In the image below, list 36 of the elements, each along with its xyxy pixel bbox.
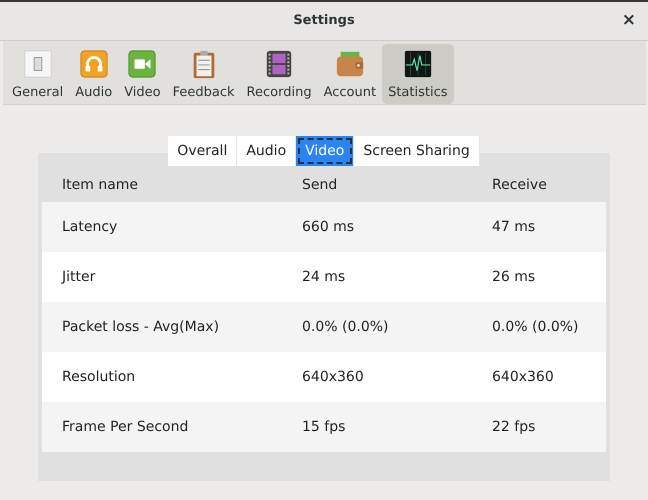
tab[interactable]: Overall [168,136,238,166]
table-cell-text: 24 ms [302,269,346,285]
toolbar-button[interactable]: Feedback [166,44,241,104]
table-cell-text: Jitter [62,269,96,285]
table-cell-text: 640x360 [492,369,555,385]
toolbar-button[interactable]: Recording [240,44,318,104]
table-cell-text: Latency [62,219,118,235]
toolbar-button[interactable]: Account [318,44,382,104]
table-cell-text: 660 ms [302,219,356,235]
tab[interactable]: Audio [237,136,296,166]
table-cell-text: Frame Per Second [62,419,190,435]
window-title: Settings [293,12,355,28]
table-cell-text: 0.0% (0.0%) [492,319,580,335]
table-cell-text: 15 fps [302,419,346,435]
switch-icon [22,49,53,79]
column-header: Item name [62,177,140,193]
close-button[interactable]: × [620,11,638,29]
wallet-icon [334,49,365,79]
toolbar-button[interactable]: Video [118,44,167,104]
tab[interactable]: Screen Sharing [354,136,480,166]
toolbar-button[interactable]: Statistics [382,44,454,104]
heartbeat-icon [402,49,433,79]
column-header: Receive [492,177,548,193]
table-cell-text: 640x360 [302,369,365,385]
toolbar-button[interactable]: General [6,44,70,104]
column-header: Send [302,177,338,193]
table-cell-text: 47 ms [492,219,536,235]
table-cell-text: Packet loss - Avg(Max) [62,319,220,335]
table-cell-text: Resolution [62,369,136,385]
video-camera-icon [127,49,158,79]
table-cell-text: 26 ms [492,269,536,285]
table-cell-text: 22 fps [492,419,536,435]
headphones-icon [78,49,109,79]
table-cell-text: 0.0% (0.0%) [302,319,390,335]
tab[interactable]: Video [296,136,354,166]
toolbar-button[interactable]: Audio [69,44,118,104]
